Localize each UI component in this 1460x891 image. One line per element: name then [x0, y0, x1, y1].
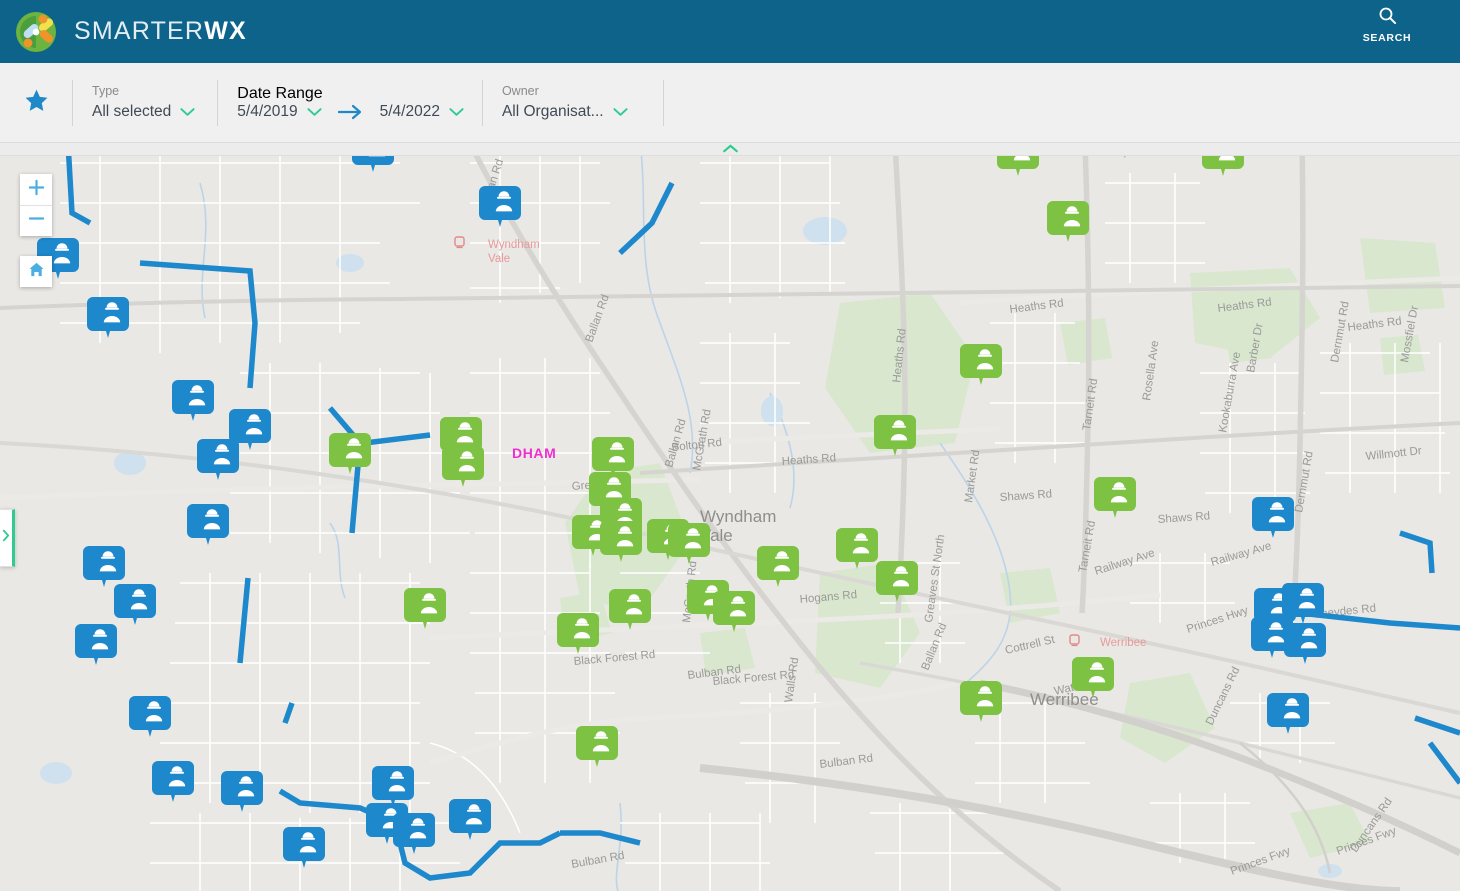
application-root: SMARTERWX SEARCH Type All selected Date … [0, 0, 1460, 891]
place-label: Werribee [1100, 637, 1146, 649]
app-header: SMARTERWX SEARCH [0, 0, 1460, 63]
date-range-label: Date Range [237, 84, 323, 102]
place-label: Wyndham [700, 507, 776, 526]
search-button-label: SEARCH [1362, 32, 1412, 44]
chevron-down-icon[interactable] [307, 107, 322, 117]
chevron-up-icon [722, 143, 739, 158]
place-label: DHAM [512, 445, 556, 461]
map-home-button[interactable] [20, 256, 52, 287]
minus-icon [28, 210, 45, 232]
chevron-down-icon[interactable] [449, 107, 464, 117]
star-icon [24, 88, 49, 118]
date-from-value[interactable]: 5/4/2019 [237, 103, 297, 121]
place-label: Wyndham [488, 239, 540, 251]
brand-title-first: SMARTER [74, 17, 205, 45]
place-label: Vale [488, 253, 510, 265]
place-label: Werribee [1030, 690, 1099, 709]
map-canvas[interactable]: Ballan RdBallan RdBallan RdBallan RdGree… [0, 143, 1460, 891]
owner-filter-label: Owner [501, 84, 539, 98]
map-base-layer: Ballan RdBallan RdBallan RdBallan RdGree… [0, 143, 1460, 891]
search-icon [1378, 6, 1397, 30]
favourite-filter-button[interactable] [0, 63, 72, 142]
chevron-right-icon [2, 529, 10, 547]
map-zoom-controls [20, 174, 52, 236]
date-range-filter: Date Range 5/4/2019 5/4/2022 [217, 63, 482, 142]
brand-title-second: WX [204, 17, 247, 45]
filter-bar: Type All selected Date Range 5/4/2019 5/… [0, 63, 1460, 143]
type-filter[interactable]: Type All selected [72, 63, 217, 142]
owner-filter[interactable]: Owner All Organisat... [481, 63, 664, 142]
globe-people-logo [14, 10, 58, 54]
type-filter-label: Type [92, 84, 120, 98]
plus-icon [28, 179, 45, 201]
side-panel-expander[interactable] [0, 509, 15, 567]
home-icon [28, 261, 45, 283]
date-to-value[interactable]: 5/4/2022 [380, 103, 440, 121]
arrow-right-icon [337, 103, 364, 121]
brand[interactable]: SMARTERWX [0, 10, 247, 54]
zoom-in-button[interactable] [20, 174, 52, 205]
zoom-out-button[interactable] [20, 205, 52, 236]
map-collapse-handle[interactable] [0, 143, 1460, 156]
chevron-down-icon[interactable] [180, 107, 195, 117]
search-button[interactable]: SEARCH [1342, 6, 1432, 44]
chevron-down-icon[interactable] [613, 107, 628, 117]
owner-filter-value: All Organisat... [501, 103, 604, 120]
type-filter-value: All selected [92, 103, 172, 120]
brand-title: SMARTERWX [74, 17, 247, 46]
